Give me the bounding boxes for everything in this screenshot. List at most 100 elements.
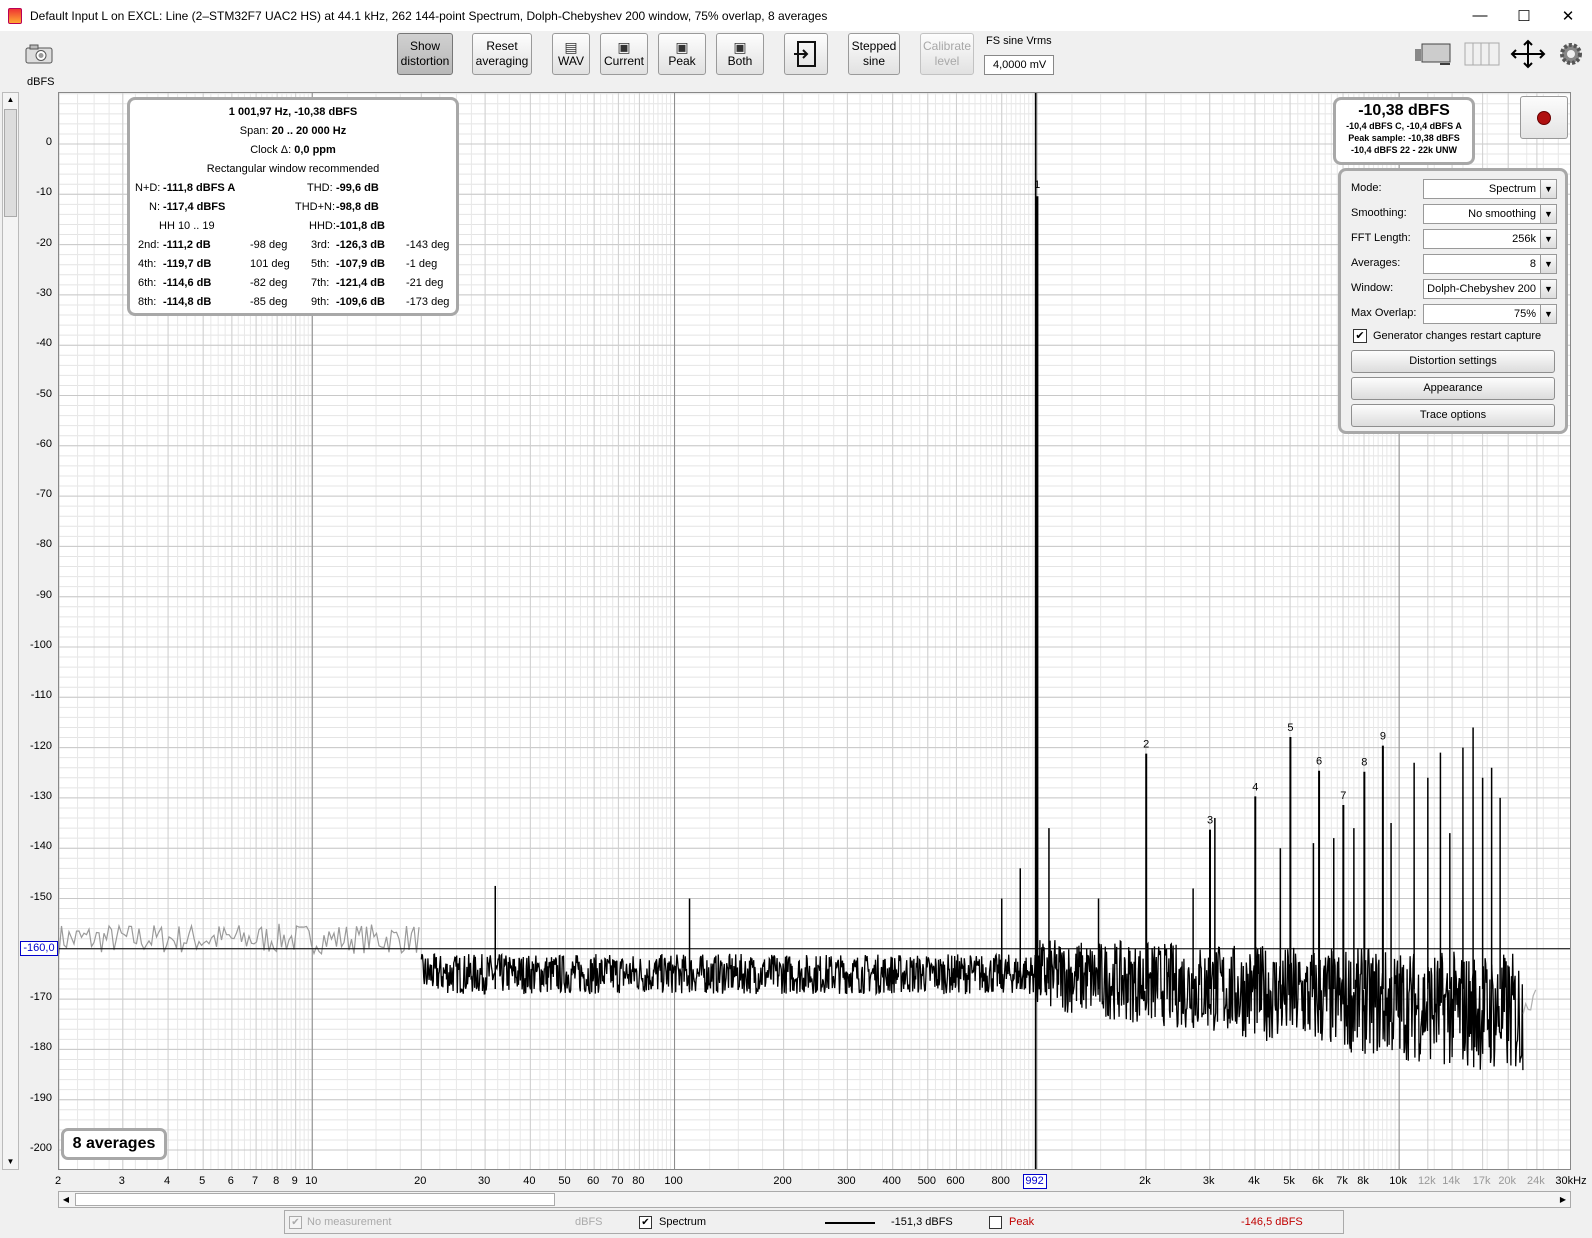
horizontal-scrollbar[interactable]: ◀ ▶ xyxy=(58,1191,1571,1208)
harmonic-label: 9th: xyxy=(311,296,330,308)
harmonic-phase: 101 deg xyxy=(250,258,290,270)
overlap-label: Max Overlap: xyxy=(1351,307,1417,319)
distortion-info-panel: 1 001,97 Hz, -10,38 dBFS Span: 20 .. 20 … xyxy=(127,97,459,316)
maximize-button[interactable]: ☐ xyxy=(1502,0,1546,31)
chevron-down-icon[interactable]: ▼ xyxy=(1540,180,1556,198)
save-current-button[interactable]: ▣ Current xyxy=(600,33,648,75)
y-tick-label: -180 xyxy=(29,1041,52,1054)
spectrum-checkbox[interactable]: ✔ xyxy=(639,1216,652,1229)
columns-icon[interactable] xyxy=(1464,41,1500,67)
app-icon xyxy=(8,7,22,24)
x-tick-label: 2k xyxy=(1139,1175,1151,1187)
y-tick-label: -190 xyxy=(29,1091,52,1104)
window-select[interactable]: Dolph-Chebyshev 200 ▼ xyxy=(1423,279,1557,299)
chevron-down-icon[interactable]: ▼ xyxy=(1540,205,1556,223)
harmonic-value: -121,4 dB xyxy=(336,277,385,289)
minimize-button[interactable]: — xyxy=(1458,0,1502,31)
chevron-down-icon[interactable]: ▼ xyxy=(1540,230,1556,248)
close-button[interactable]: ✕ xyxy=(1546,0,1590,31)
expand-icon[interactable] xyxy=(1510,39,1546,69)
scroll-up-icon[interactable]: ▲ xyxy=(3,93,18,107)
layout-icon[interactable] xyxy=(1414,41,1452,67)
mode-select[interactable]: Spectrum ▼ xyxy=(1423,179,1557,199)
no-measurement-checkbox[interactable]: ✔ xyxy=(289,1216,302,1229)
harmonic-number: 4 xyxy=(1252,781,1258,793)
x-tick-label: 300 xyxy=(837,1175,856,1187)
harmonic-label: 4th: xyxy=(138,258,157,270)
x-tick-label: 30 xyxy=(477,1175,491,1187)
harmonic-value: -126,3 dB xyxy=(336,239,385,251)
snapshot-button[interactable] xyxy=(22,41,56,67)
legend-unit: dBFS xyxy=(575,1216,603,1228)
fs-sine-label: FS sine Vrms xyxy=(986,35,1052,47)
smoothing-value: No smoothing xyxy=(1468,208,1536,220)
chevron-down-icon[interactable]: ▼ xyxy=(1540,255,1556,273)
clock-label: Clock Δ: xyxy=(250,144,292,156)
averages-select[interactable]: 8 ▼ xyxy=(1423,254,1557,274)
fft-length-select[interactable]: 256k ▼ xyxy=(1423,229,1557,249)
level-unweighted: -10,4 dBFS 22 - 22k UNW xyxy=(1350,145,1458,155)
harmonic-number: 8 xyxy=(1361,757,1367,769)
hhd-value: -101,8 dB xyxy=(336,220,385,232)
y-tick-label: -30 xyxy=(36,286,52,299)
overlap-select[interactable]: 75% ▼ xyxy=(1423,304,1557,324)
gear-icon[interactable] xyxy=(1558,41,1584,67)
chevron-down-icon[interactable]: ▼ xyxy=(1540,305,1556,323)
level-weighted: -10,4 dBFS C, -10,4 dBFS A xyxy=(1346,121,1462,131)
scroll-left-icon[interactable]: ◀ xyxy=(59,1192,73,1207)
calibrate-level-button[interactable]: Calibrate level xyxy=(920,33,974,75)
harmonic-number: 6 xyxy=(1316,756,1322,768)
clock-row: Clock Δ: 0,0 ppm xyxy=(130,144,456,162)
save-icon: ▣ xyxy=(675,38,689,55)
stepped-sine-button[interactable]: Stepped sine xyxy=(848,33,900,75)
show-distortion-button[interactable]: Show distortion xyxy=(397,33,453,75)
y-tick-label: -120 xyxy=(29,739,52,752)
calibrate-level-label-1: Calibrate xyxy=(922,39,972,53)
record-button[interactable] xyxy=(1520,96,1568,139)
span-label: Span: xyxy=(239,125,269,137)
x-tick-label: 2 xyxy=(54,1175,62,1187)
import-button[interactable] xyxy=(784,33,828,75)
current-label: Current xyxy=(603,53,644,68)
harmonic-label: 6th: xyxy=(138,277,157,289)
restart-capture-checkbox[interactable]: ✔ xyxy=(1353,329,1367,343)
appearance-button[interactable]: Appearance xyxy=(1351,377,1555,400)
fft-length-row: FFT Length: 256k ▼ xyxy=(1351,229,1559,249)
save-both-button[interactable]: ▣ Both xyxy=(716,33,764,75)
x-tick-label: 3k xyxy=(1202,1175,1215,1187)
peak-checkbox[interactable] xyxy=(989,1216,1002,1229)
y-tick-label: -140 xyxy=(29,840,52,853)
y-tick-label: -150 xyxy=(29,890,52,903)
x-tick-label: 40 xyxy=(523,1175,536,1187)
x-tick-label: 24k xyxy=(1527,1175,1545,1187)
y-tick-label: -10 xyxy=(36,186,52,199)
record-icon xyxy=(1537,110,1551,125)
horizontal-scroll-thumb[interactable] xyxy=(75,1193,555,1206)
x-tick-label: 600 xyxy=(946,1175,965,1187)
x-tick-label: 200 xyxy=(773,1175,792,1187)
fs-sine-input[interactable]: 4,0000 mV xyxy=(984,55,1054,75)
level-readout: -10,38 dBFS -10,4 dBFS C, -10,4 dBFS A P… xyxy=(1333,97,1475,165)
harmonic-row: 2nd: -111,2 dB -98 deg 3rd: -126,3 dB -143 de… xyxy=(130,239,456,257)
window-row: Window: Dolph-Chebyshev 200 ▼ xyxy=(1351,279,1559,299)
scroll-down-icon[interactable]: ▼ xyxy=(3,1155,18,1169)
smoothing-select[interactable]: No smoothing ▼ xyxy=(1423,204,1557,224)
show-distortion-label-2: distortion xyxy=(400,54,450,68)
harmonic-label: 8th: xyxy=(138,296,157,308)
vertical-scrollbar[interactable]: ▲ ▼ xyxy=(2,92,19,1170)
title-bar: Default Input L on EXCL: Line (2–STM32F7… xyxy=(0,0,1592,31)
reset-averaging-button[interactable]: Reset averaging xyxy=(472,33,532,75)
span-value: 20 .. 20 000 Hz xyxy=(271,125,347,137)
vertical-scroll-thumb[interactable] xyxy=(4,109,17,217)
averages-row: Averages: 8 ▼ xyxy=(1351,254,1559,274)
calibrate-level-label-2: level xyxy=(934,54,960,68)
scroll-right-icon[interactable]: ▶ xyxy=(1556,1192,1570,1207)
harmonic-value: -107,9 dB xyxy=(336,258,385,270)
chevron-down-icon[interactable]: ▼ xyxy=(1540,280,1556,298)
no-measurement-label: No measurement xyxy=(307,1216,392,1228)
wav-button[interactable]: ▤ WAV xyxy=(552,33,590,75)
distortion-settings-button[interactable]: Distortion settings xyxy=(1351,350,1555,373)
save-peak-button[interactable]: ▣ Peak xyxy=(658,33,706,75)
mode-value: Spectrum xyxy=(1488,183,1536,195)
trace-options-button[interactable]: Trace options xyxy=(1351,404,1555,427)
